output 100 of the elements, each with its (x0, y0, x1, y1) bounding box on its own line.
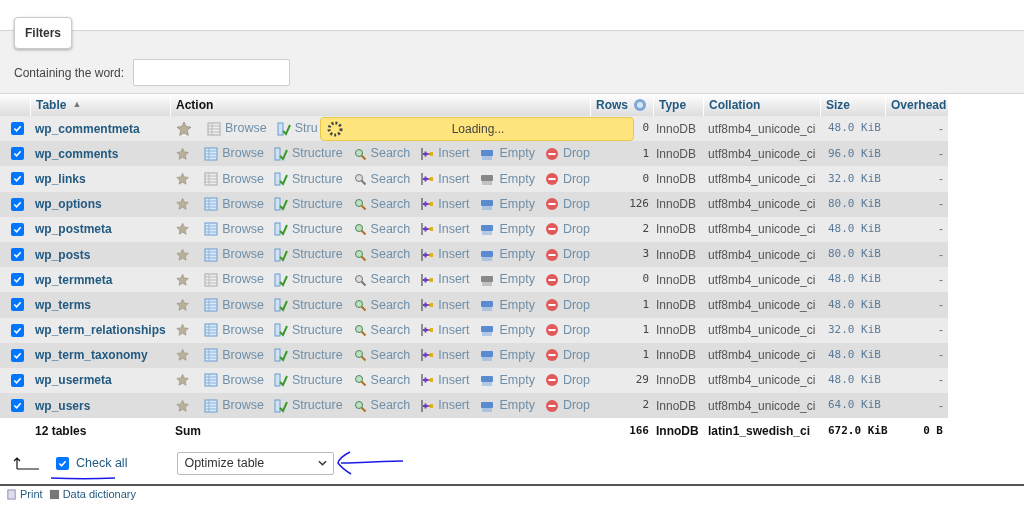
action-link[interactable]: Drop (544, 144, 590, 164)
action-link[interactable]: Drop (544, 270, 590, 290)
action-link[interactable]: Structure (273, 144, 343, 164)
action-link[interactable]: Browse (204, 320, 264, 340)
action-link[interactable]: Empty (479, 320, 535, 340)
action-link[interactable]: Structure (273, 320, 343, 340)
action-link[interactable]: Search (352, 396, 411, 416)
column-header[interactable]: Size (826, 96, 850, 114)
bulk-action-select[interactable]: Optimize table (177, 451, 335, 475)
star-icon[interactable] (176, 120, 192, 137)
action-link[interactable]: Empty (479, 144, 535, 164)
action-link[interactable]: Structure (273, 295, 343, 315)
action-link[interactable]: Browse (204, 194, 264, 214)
action-link[interactable]: Browse (204, 144, 264, 164)
action-link[interactable]: Structure (273, 270, 343, 290)
action-link[interactable]: Empty (479, 371, 535, 390)
column-header[interactable]: Type (659, 96, 687, 114)
star-icon[interactable] (176, 372, 190, 389)
action-link[interactable]: Insert (420, 169, 470, 189)
footer-link[interactable]: Data dictionary (48, 488, 136, 502)
star-icon[interactable] (176, 196, 190, 213)
action-link[interactable]: Empty (479, 295, 535, 315)
action-link[interactable]: Search (352, 169, 411, 189)
checkbox[interactable] (11, 172, 24, 186)
table-name-link[interactable]: wp_users (30, 396, 170, 415)
filter-input[interactable] (133, 59, 291, 86)
star-icon[interactable] (176, 347, 190, 364)
action-link[interactable]: Browse (204, 295, 264, 315)
action-link[interactable]: Search (352, 144, 411, 164)
star-icon[interactable] (176, 271, 190, 288)
action-link[interactable]: Browse (207, 119, 267, 138)
action-link[interactable]: Drop (544, 345, 590, 365)
action-link[interactable]: Stru (276, 119, 318, 138)
table-name-link[interactable]: wp_commentmeta (30, 119, 170, 138)
checkbox[interactable] (11, 248, 24, 262)
action-link[interactable]: Drop (544, 194, 590, 214)
action-link[interactable]: Structure (273, 345, 343, 365)
action-link[interactable]: Drop (544, 169, 590, 189)
action-link[interactable]: Structure (273, 245, 343, 264)
footer-link[interactable]: Print (6, 488, 43, 502)
table-name-link[interactable]: wp_terms (30, 295, 170, 314)
checkbox[interactable] (11, 399, 24, 413)
table-name-link[interactable]: wp_termmeta (30, 270, 170, 289)
table-name-link[interactable]: wp_postmeta (30, 220, 170, 239)
star-icon[interactable] (176, 221, 190, 238)
checkbox[interactable] (11, 197, 24, 211)
column-header[interactable]: Table (36, 96, 67, 114)
checkbox[interactable] (11, 147, 24, 161)
checkbox[interactable] (56, 456, 69, 470)
action-link[interactable]: Insert (420, 396, 470, 416)
table-name-link[interactable]: wp_comments (30, 144, 170, 163)
checkbox[interactable] (11, 298, 24, 312)
table-name-link[interactable]: wp_term_taxonomy (30, 346, 170, 365)
star-icon[interactable] (176, 322, 190, 339)
star-icon[interactable] (176, 246, 190, 263)
action-link[interactable]: Browse (204, 270, 264, 290)
check-all-label[interactable]: Check all (76, 453, 128, 473)
table-name-link[interactable]: wp_usermeta (30, 371, 170, 390)
action-link[interactable]: Search (352, 245, 411, 264)
sort-icon[interactable]: ▲ (72, 98, 82, 112)
star-icon[interactable] (176, 397, 190, 414)
column-header[interactable]: Rows (596, 96, 628, 114)
action-link[interactable]: Empty (479, 345, 535, 365)
help-icon[interactable] (634, 99, 646, 111)
action-link[interactable]: Search (352, 295, 411, 315)
action-link[interactable]: Search (352, 194, 411, 214)
action-link[interactable]: Browse (204, 219, 264, 239)
action-link[interactable]: Insert (420, 295, 470, 315)
action-link[interactable]: Empty (479, 270, 535, 290)
action-link[interactable]: Browse (204, 345, 264, 365)
column-header[interactable]: Overhead (891, 96, 947, 114)
action-link[interactable]: Empty (479, 194, 535, 214)
table-name-link[interactable]: wp_posts (30, 245, 170, 264)
action-link[interactable]: Structure (273, 396, 343, 416)
column-header[interactable]: Collation (709, 96, 761, 114)
action-link[interactable]: Insert (420, 144, 470, 164)
action-link[interactable]: Search (352, 371, 411, 390)
action-link[interactable]: Structure (273, 219, 343, 239)
star-icon[interactable] (176, 296, 190, 313)
action-link[interactable]: Structure (273, 194, 343, 214)
action-link[interactable]: Insert (420, 371, 470, 390)
checkbox[interactable] (11, 122, 24, 136)
action-link[interactable]: Drop (544, 245, 590, 264)
checkbox[interactable] (11, 373, 24, 387)
checkbox[interactable] (11, 273, 24, 287)
action-link[interactable]: Drop (544, 219, 590, 239)
action-link[interactable]: Browse (204, 245, 264, 264)
table-name-link[interactable]: wp_options (30, 195, 170, 214)
action-link[interactable]: Browse (204, 396, 264, 416)
action-link[interactable]: Drop (544, 371, 590, 390)
table-name-link[interactable]: wp_links (30, 169, 170, 188)
action-link[interactable]: Empty (479, 245, 535, 264)
action-link[interactable]: Drop (544, 396, 590, 416)
checkbox[interactable] (11, 323, 24, 337)
action-link[interactable]: Search (352, 320, 411, 340)
action-link[interactable]: Browse (204, 371, 264, 390)
action-link[interactable]: Insert (420, 194, 470, 214)
action-link[interactable]: Browse (204, 169, 264, 189)
action-link[interactable]: Insert (420, 320, 470, 340)
action-link[interactable]: Insert (420, 219, 470, 239)
